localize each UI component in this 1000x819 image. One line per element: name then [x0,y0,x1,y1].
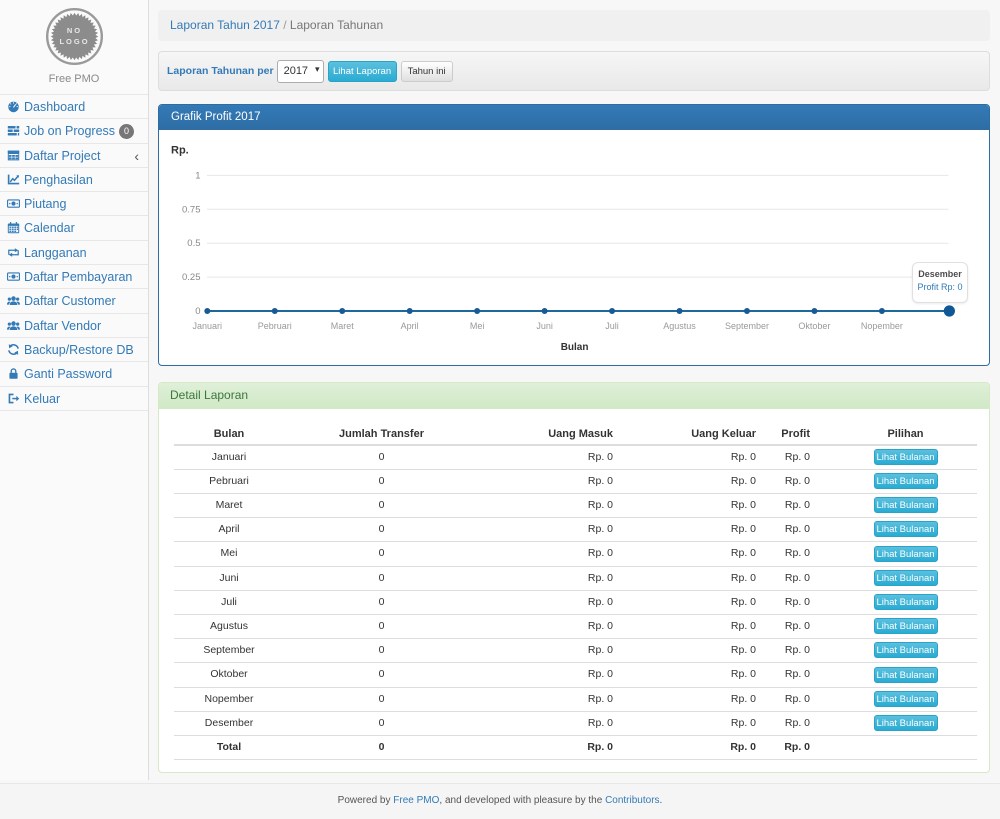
svg-text:September: September [725,321,769,331]
svg-text:Pebruari: Pebruari [258,321,292,331]
svg-text:April: April [401,321,419,331]
svg-text:Juni: Juni [536,321,553,331]
svg-text:0.25: 0.25 [182,272,201,283]
svg-text:LOGO: LOGO [59,37,89,46]
svg-text:1: 1 [195,170,200,181]
svg-text:Maret: Maret [331,321,355,331]
svg-text:0: 0 [195,306,200,317]
svg-text:Agustus: Agustus [663,321,696,331]
svg-text:Rp.: Rp. [171,145,189,157]
svg-text:NO: NO [66,26,81,35]
svg-text:Bulan: Bulan [561,342,589,353]
svg-text:Mei: Mei [470,321,485,331]
svg-text:Juli: Juli [605,321,619,331]
svg-text:0.75: 0.75 [182,204,201,215]
svg-text:Nopember: Nopember [861,321,903,331]
svg-text:Oktober: Oktober [798,321,830,331]
svg-text:Januari: Januari [193,321,223,331]
svg-text:0.5: 0.5 [187,238,200,249]
